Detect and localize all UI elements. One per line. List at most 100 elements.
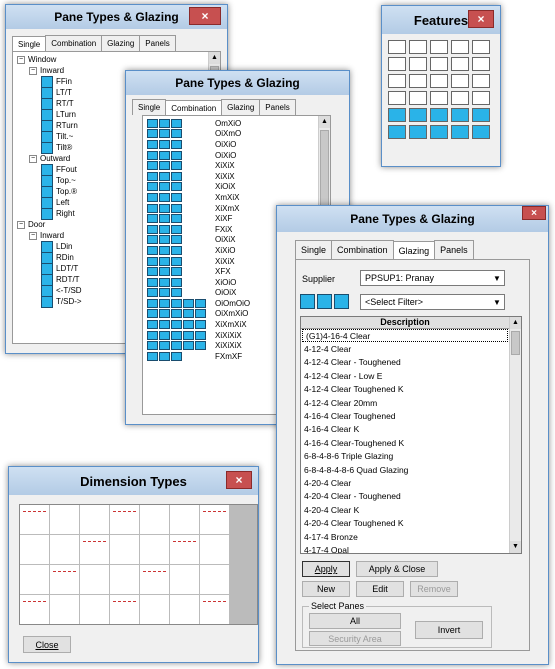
feature-arrow-icon[interactable] [430, 91, 448, 105]
dimension-type-icon[interactable] [80, 505, 109, 534]
tab-combination[interactable]: Combination [165, 100, 223, 116]
feature-handle-icon[interactable] [409, 40, 427, 54]
close-button[interactable]: × [226, 471, 252, 489]
list-item[interactable]: 4-20-4 Clear [301, 476, 509, 489]
feature-arrow-icon[interactable] [451, 91, 469, 105]
scroll-up-icon[interactable]: ▲ [209, 52, 220, 64]
collapse-icon[interactable]: − [29, 66, 37, 75]
list-item[interactable]: 4-12-4 Clear - Low E [301, 369, 509, 382]
filter-select[interactable]: <Select Filter> ▼ [360, 294, 505, 310]
feature-bar-v-icon[interactable] [430, 74, 448, 88]
feature-pane-icon[interactable] [388, 108, 406, 122]
invert-button[interactable]: Invert [415, 621, 483, 639]
vertical-scrollbar[interactable]: ▲ ▼ [509, 317, 521, 553]
close-button[interactable]: × [189, 7, 221, 25]
list-item[interactable]: 6-8-4-8-4-8-6 Quad Glazing [301, 463, 509, 476]
tab-single[interactable]: Single [295, 240, 333, 259]
feature-pane-icon[interactable] [451, 125, 469, 139]
dimension-type-icon[interactable] [50, 505, 79, 534]
dimension-type-icon[interactable] [80, 535, 109, 564]
tab-combination[interactable]: Combination [45, 35, 103, 51]
list-item[interactable]: OiXiO [147, 139, 326, 150]
security-area-button[interactable]: Security Area [309, 631, 401, 646]
filter-double-icon[interactable] [317, 294, 332, 309]
feature-vent-icon[interactable] [472, 108, 490, 122]
tab-glazing[interactable]: Glazing [221, 99, 261, 115]
dimension-type-icon[interactable] [170, 535, 199, 564]
feature-blank-icon[interactable] [472, 125, 490, 139]
feature-blank-icon[interactable] [472, 74, 490, 88]
dimension-type-icon[interactable] [140, 595, 169, 624]
dimension-type-icon[interactable] [80, 595, 109, 624]
list-item[interactable]: OiXmO [147, 129, 326, 140]
feature-lock-a-icon[interactable] [430, 40, 448, 54]
tab-panels[interactable]: Panels [139, 35, 176, 51]
list-item[interactable]: 6-8-4-8-6 Triple Glazing [301, 450, 509, 463]
tab-combination[interactable]: Combination [331, 240, 394, 259]
scroll-down-icon[interactable]: ▼ [510, 541, 521, 553]
collapse-icon[interactable]: − [29, 154, 37, 163]
list-item[interactable]: 4-12-4 Clear - Toughened [301, 356, 509, 369]
edit-button[interactable]: Edit [356, 581, 404, 597]
dimension-type-icon[interactable] [110, 565, 139, 594]
tree-item[interactable]: − Window [17, 54, 216, 65]
collapse-icon[interactable]: − [17, 220, 25, 229]
close-button[interactable]: × [468, 10, 494, 28]
list-item[interactable]: OmXiO [147, 118, 326, 129]
dimension-type-icon[interactable] [110, 505, 139, 534]
glazing-items[interactable]: (G1)4-16-4 Clear 4-12-4 Clear 4-12-4 Clear… [301, 329, 509, 553]
list-item[interactable]: XiXiX [147, 171, 326, 182]
dimension-type-icon[interactable] [170, 565, 199, 594]
list-item[interactable]: 4-20-4 Clear - Toughened [301, 490, 509, 503]
feature-pane-icon[interactable] [430, 108, 448, 122]
feature-blank-icon[interactable] [472, 91, 490, 105]
feature-inner-box-icon[interactable] [451, 57, 469, 71]
dimension-type-icon[interactable] [80, 565, 109, 594]
list-item[interactable]: XiOiX [147, 182, 326, 193]
dimension-type-icon[interactable] [170, 595, 199, 624]
feature-bar-icon[interactable] [388, 57, 406, 71]
dimension-type-icon[interactable] [200, 505, 229, 534]
new-button[interactable]: New [302, 581, 350, 597]
supplier-select[interactable]: PPSUP1: Pranay ▼ [360, 270, 505, 286]
close-text-button[interactable]: Close [23, 636, 71, 653]
tab-panels[interactable]: Panels [259, 99, 296, 115]
dimension-type-icon[interactable] [110, 595, 139, 624]
dimension-type-icon[interactable] [140, 565, 169, 594]
feature-pane-icon[interactable] [451, 108, 469, 122]
list-item[interactable]: 4-12-4 Clear Toughened K [301, 383, 509, 396]
feature-handle-icon[interactable] [388, 40, 406, 54]
dimension-type-icon[interactable] [200, 535, 229, 564]
list-item[interactable]: OiXiO [147, 150, 326, 161]
dimension-type-icon[interactable] [20, 535, 49, 564]
dimension-type-icon[interactable] [140, 535, 169, 564]
feature-pane-icon[interactable] [430, 125, 448, 139]
dimension-type-icon[interactable] [200, 595, 229, 624]
feature-pane-icon[interactable] [409, 108, 427, 122]
feature-bar-v-icon[interactable] [409, 74, 427, 88]
all-button[interactable]: All [309, 613, 401, 629]
feature-blank-icon[interactable] [472, 57, 490, 71]
filter-triple-icon[interactable] [334, 294, 349, 309]
collapse-icon[interactable]: − [17, 55, 25, 64]
scroll-up-icon[interactable]: ▲ [319, 116, 330, 128]
scroll-up-icon[interactable]: ▲ [510, 317, 521, 329]
feature-arrow-icon[interactable] [409, 91, 427, 105]
collapse-icon[interactable]: − [29, 231, 37, 240]
list-item[interactable]: 4-20-4 Clear Toughened K [301, 516, 509, 529]
dimension-type-icon[interactable] [50, 565, 79, 594]
remove-button[interactable]: Remove [410, 581, 458, 597]
feature-box-icon[interactable] [430, 57, 448, 71]
tab-single[interactable]: Single [132, 99, 167, 115]
tab-glazing[interactable]: Glazing [392, 241, 436, 260]
feature-bar-v-icon[interactable] [388, 74, 406, 88]
list-item[interactable]: 4-16-4 Clear K [301, 423, 509, 436]
tab-single[interactable]: Single [12, 36, 47, 52]
feature-pane-icon[interactable] [409, 125, 427, 139]
list-item[interactable]: 4-16-4 Clear-Toughened K [301, 436, 509, 449]
list-item[interactable]: 4-12-4 Clear 20mm [301, 396, 509, 409]
dimension-type-icon[interactable] [20, 565, 49, 594]
feature-dotted-icon[interactable] [472, 40, 490, 54]
feature-arrow-icon[interactable] [388, 91, 406, 105]
dimension-type-icon[interactable] [20, 505, 49, 534]
